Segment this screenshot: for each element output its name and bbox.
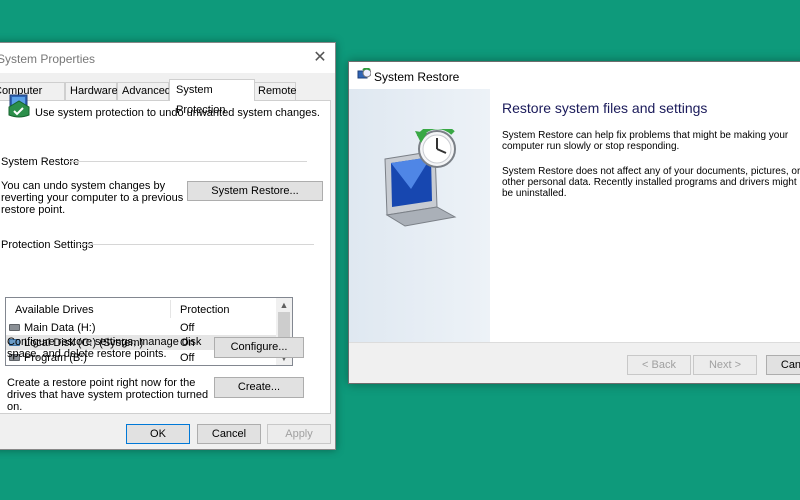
system-restore-description: You can undo system changes by reverting… [1,180,184,216]
tab-hardware[interactable]: Hardware [65,82,118,101]
scroll-up-icon[interactable]: ▲ [276,298,292,312]
create-description: Create a restore point right now for the… [7,377,209,413]
system-properties-window: System Properties ✕ Computer Name Hardwa… [0,42,336,450]
column-divider [170,300,171,318]
description-paragraph: System Restore does not affect any of yo… [502,166,800,199]
system-protection-icon [8,94,30,118]
wizard-content: Restore system files and settings System… [490,89,800,342]
drive-icon [9,324,20,331]
title-bar[interactable]: System Properties ✕ [0,43,335,73]
system-restore-button[interactable]: System Restore... [187,181,323,201]
tab-strip: Computer Name Hardware Advanced Remote S… [0,79,335,116]
cancel-button[interactable]: Cancel [766,355,800,375]
description-paragraph: System Restore can help fix problems tha… [502,130,789,152]
column-header-protection[interactable]: Protection [180,304,230,316]
system-restore-icon [357,68,371,79]
system-restore-hero-icon [384,129,457,227]
create-button[interactable]: Create... [214,377,304,398]
scroll-thumb[interactable] [278,312,290,340]
wizard-side-panel [349,89,490,342]
back-button[interactable]: < Back [627,355,691,375]
tab-system-protection[interactable]: System Protection [169,79,255,116]
drive-protection: Off [180,322,195,334]
next-button[interactable]: Next > [693,355,757,375]
window-title: System Restore [374,70,460,84]
window-title: System Properties [0,52,96,66]
tab-advanced[interactable]: Advanced [117,82,171,101]
tab-remote[interactable]: Remote [253,82,297,101]
protection-settings-group-title: Protection Settings [1,239,94,251]
system-protection-panel [0,100,331,414]
configure-description: Configure restore settings, manage disk … [7,336,202,360]
close-icon[interactable]: ✕ [305,43,335,73]
group-divider [67,161,307,162]
ok-button[interactable]: OK [126,424,190,444]
apply-button[interactable]: Apply [267,424,331,444]
wizard-footer: < Back Next > Cancel [349,342,800,383]
column-header-available-drives[interactable]: Available Drives [15,304,94,316]
title-bar[interactable]: System Restore [349,62,800,89]
drive-row[interactable]: Main Data (H:) Off [6,320,276,335]
system-restore-window: System Restore Restore system files and … [348,61,800,384]
system-restore-group-title: System Restore [1,156,80,168]
page-title: Restore system files and settings [502,100,708,116]
drives-list-header: Available Drives Protection [6,298,276,320]
cancel-button[interactable]: Cancel [197,424,261,444]
configure-button[interactable]: Configure... [214,337,304,358]
group-divider [79,244,314,245]
drive-name: Main Data (H:) [24,322,96,334]
